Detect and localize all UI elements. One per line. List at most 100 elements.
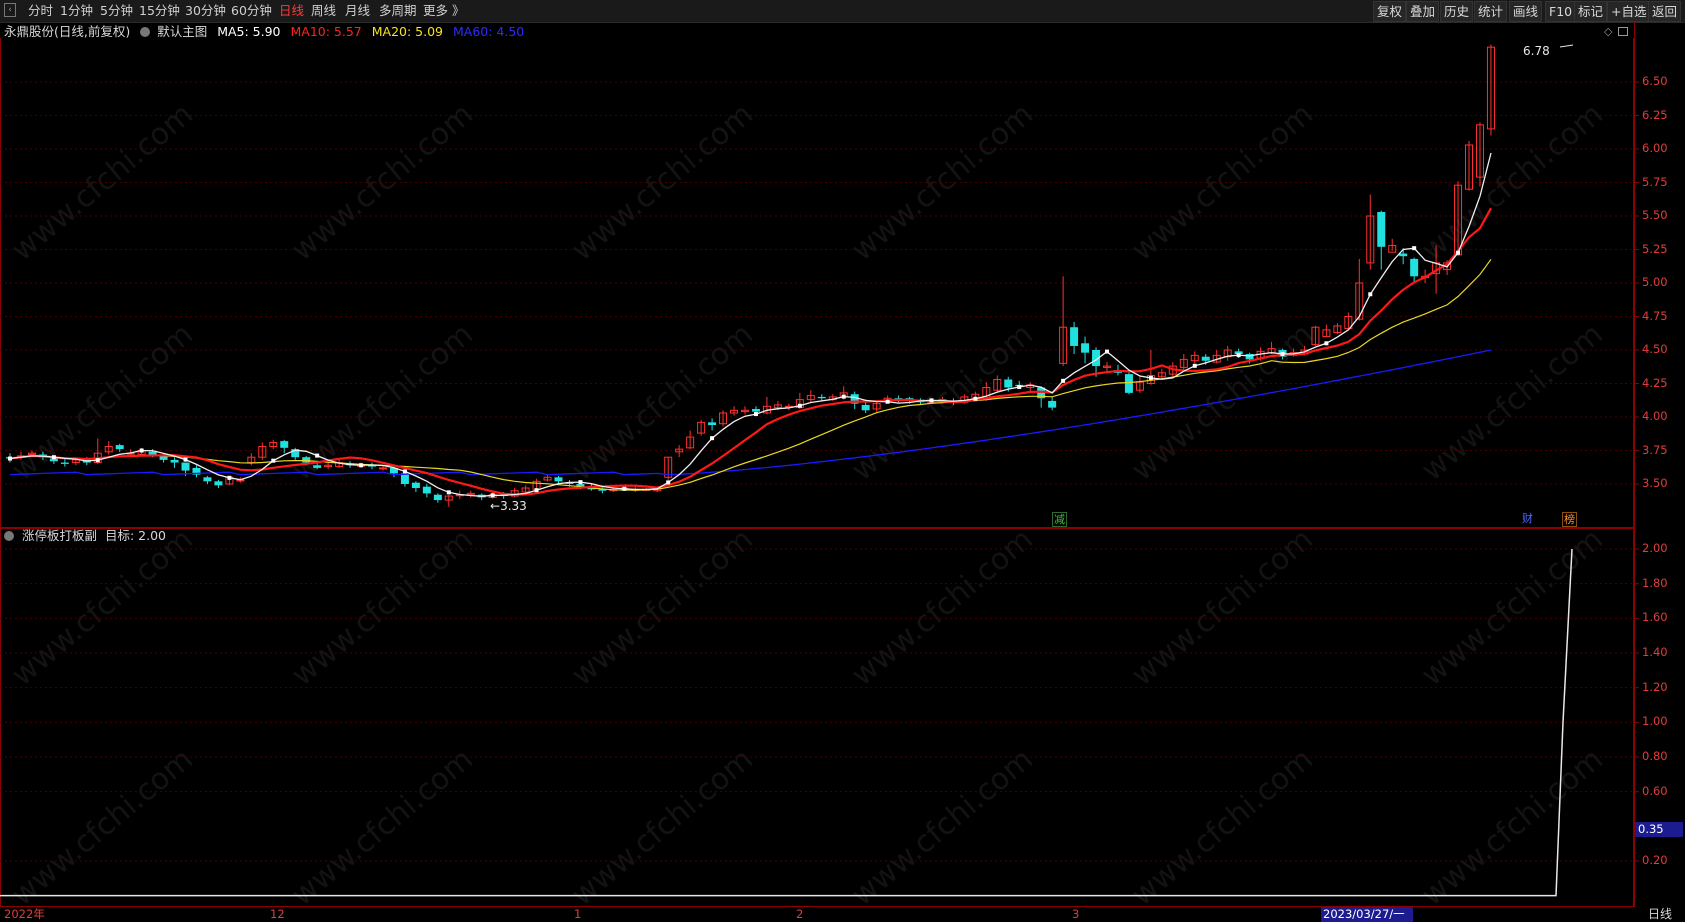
candle-body — [1048, 400, 1057, 408]
ma5-dot — [1368, 292, 1373, 297]
candle-body — [1081, 343, 1090, 353]
high-price-pointer — [1559, 44, 1574, 48]
ma5-dot — [534, 488, 539, 493]
ma5-dot — [1324, 341, 1329, 346]
ma5-dot — [1236, 353, 1241, 358]
candle-body — [861, 404, 870, 411]
ma5-dot — [885, 399, 890, 404]
candle-body — [1399, 253, 1408, 257]
main-y-tick-label: 6.50 — [1642, 74, 1668, 88]
ma5-dot — [1280, 352, 1285, 357]
candle-body — [280, 441, 289, 448]
indicator-y-tick-label: 1.60 — [1642, 610, 1668, 625]
low-price-label: ←3.33 — [490, 499, 527, 513]
main-y-tick-label: 6.00 — [1642, 141, 1668, 155]
event-marker-rank[interactable]: 榜 — [1562, 512, 1577, 527]
candle-body — [554, 477, 563, 482]
ma5-dot — [271, 458, 276, 463]
x-label-2022: 2022年 — [4, 907, 45, 921]
ma5-dot — [1192, 363, 1197, 368]
indicator-y-tick-label: 1.80 — [1642, 575, 1668, 590]
candle-body — [817, 396, 826, 399]
indicator-y-tick-label: 1.40 — [1642, 645, 1668, 659]
indicator-y-tick-label: 1.20 — [1642, 679, 1668, 694]
x-label-2: 2 — [796, 907, 804, 921]
candle-body — [203, 477, 212, 482]
candle-body — [214, 481, 223, 486]
main-y-tick-label: 5.00 — [1642, 275, 1668, 289]
ma5-dot — [446, 490, 451, 495]
candle-body — [313, 465, 322, 468]
main-y-tick-label: 5.50 — [1642, 208, 1668, 222]
indicator-y-tick-label: 0.60 — [1642, 783, 1668, 798]
candle-body — [1410, 258, 1419, 277]
candle-body — [181, 462, 190, 471]
candle-body — [708, 422, 717, 426]
candle-body — [433, 494, 442, 501]
main-y-tick-label: 4.25 — [1642, 375, 1668, 390]
ma5-dot — [578, 480, 583, 485]
indicator-y-tick-label: 0.20 — [1642, 853, 1668, 867]
ma5-dot — [183, 457, 188, 462]
ma5-dot — [1412, 246, 1417, 251]
main-y-tick-label: 5.25 — [1642, 241, 1668, 256]
main-y-tick-label: 6.25 — [1642, 107, 1668, 122]
ma5-dot — [1105, 349, 1109, 354]
ma5-dot — [753, 412, 758, 417]
indicator-y-tick-label: 1.00 — [1642, 714, 1668, 729]
event-marker-reduce[interactable]: 减 — [1052, 512, 1067, 527]
ma5-dot — [227, 475, 232, 480]
candle-body — [1070, 327, 1079, 346]
x-label-1: 1 — [574, 907, 582, 921]
candle-body — [148, 451, 157, 455]
ma5-dot — [315, 453, 320, 458]
ma10-line — [9, 207, 1492, 496]
ma5-dot — [51, 455, 56, 460]
candle-body — [751, 408, 760, 412]
ma5-dot — [8, 456, 12, 461]
kline-chart-svg — [0, 44, 1639, 922]
main-y-tick-label: 3.50 — [1642, 476, 1668, 490]
high-price-label: 6.78 — [1523, 44, 1550, 58]
candle-body — [115, 445, 124, 450]
main-y-tick-label: 3.75 — [1642, 442, 1668, 457]
ma5-dot — [710, 436, 715, 441]
main-y-tick-label: 4.00 — [1642, 409, 1668, 423]
indicator-y-tick-label: 2.00 — [1642, 541, 1668, 555]
ma60-line — [9, 349, 1492, 476]
ma5-dot — [490, 493, 495, 498]
ma5-line — [9, 152, 1492, 497]
event-marker-finance[interactable]: 财 — [1522, 512, 1533, 525]
candle-body — [378, 467, 387, 470]
ma5-dot — [929, 398, 934, 403]
ma5-dot — [973, 396, 978, 401]
x-cursor-date: 2023/03/27/一 — [1321, 907, 1413, 922]
candle-body — [1377, 211, 1386, 247]
ma5-dot — [1456, 250, 1461, 255]
ma5-dot — [622, 486, 627, 491]
ma5-dot — [797, 403, 802, 408]
ma5-dot — [359, 463, 364, 468]
period-indicator-label[interactable]: 日线 — [1648, 907, 1672, 922]
candle-body — [170, 459, 179, 463]
ma5-dot — [841, 394, 846, 399]
candle-body — [302, 457, 311, 463]
candle-body — [1201, 356, 1210, 361]
ma5-dot — [666, 480, 671, 485]
x-axis: 2022年 12 1 2 3 2023/03/27/一 日线 — [0, 907, 1685, 922]
ma5-dot — [139, 448, 144, 453]
candle-body — [1124, 374, 1133, 393]
candle-body — [60, 462, 69, 464]
ma5-dot — [1061, 378, 1066, 383]
indicator-y-tick-label: 0.80 — [1642, 749, 1668, 763]
ma5-dot — [1148, 375, 1153, 380]
ma5-dot — [95, 458, 100, 463]
candle-body — [422, 486, 431, 494]
main-y-tick-label: 5.75 — [1642, 174, 1668, 189]
x-label-12: 12 — [270, 907, 285, 921]
ma5-dot — [402, 469, 407, 474]
candle-body — [411, 482, 420, 489]
ma20-line — [9, 258, 1492, 491]
main-y-tick-label: 4.75 — [1642, 308, 1668, 323]
x-label-3: 3 — [1072, 907, 1080, 921]
